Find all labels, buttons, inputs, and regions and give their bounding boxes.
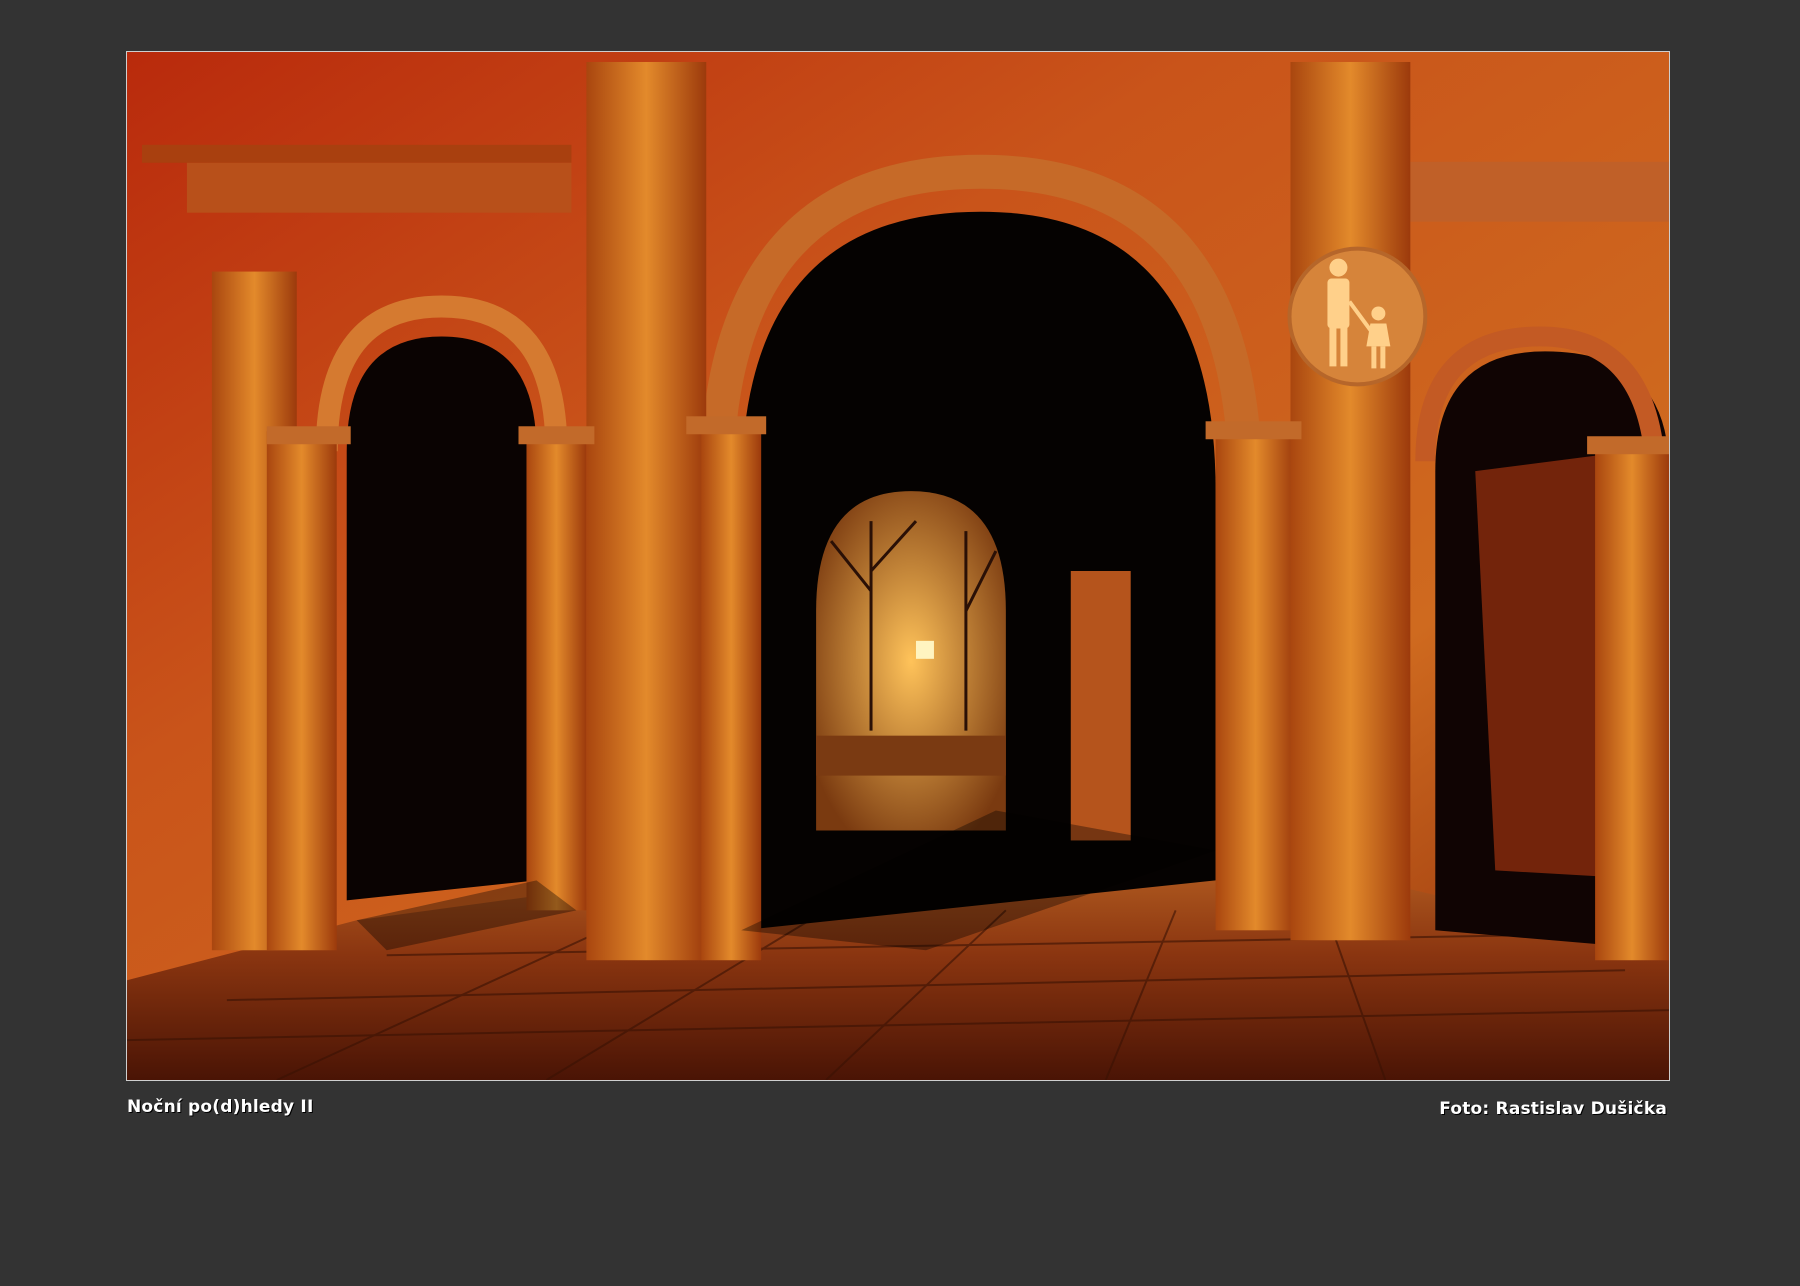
photo-title: Noční po(d)hledy II [127, 1097, 314, 1117]
photo-credit: Foto: Rastislav Dušička [1439, 1099, 1667, 1119]
photo [126, 51, 1670, 1081]
pedestrian-sign-icon [1287, 246, 1428, 387]
